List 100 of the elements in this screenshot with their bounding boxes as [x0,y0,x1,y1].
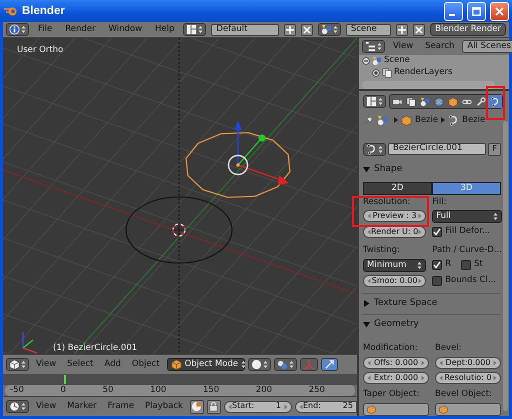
panel-header[interactable]: Texture Space [363,296,438,311]
menu-item[interactable]: File [34,24,56,34]
axes-toggle[interactable] [300,358,318,371]
panel-header[interactable]: Geometry [363,318,419,332]
minimize-button[interactable] [444,2,463,20]
translate-toggle[interactable] [320,358,338,371]
tree-item[interactable]: Scene [384,56,410,66]
number-field[interactable]: Extr: 0.000 [363,372,429,384]
pivot-button[interactable] [274,358,297,371]
object-field[interactable] [363,402,429,416]
menu-item[interactable]: Search [421,42,458,52]
maximize-button[interactable] [467,2,486,20]
editor-type-button[interactable] [6,358,29,371]
add-button[interactable] [284,24,296,36]
checkbox[interactable] [432,226,442,237]
breadcrumb-item[interactable]: Bezie [462,116,486,125]
render-engine-dropdown[interactable]: Blender Render [430,23,506,36]
cube-icon [401,114,412,126]
number-field[interactable]: Offs: 0.000 [363,356,429,369]
updown-arrows-icon [241,360,246,369]
cube-icon [367,404,376,414]
properties-tab[interactable] [418,95,432,108]
delete-icon [302,26,311,34]
left-arrow-icon [367,360,371,366]
vertical-scrollbar[interactable] [503,121,508,411]
checkbox[interactable] [432,260,442,270]
delete-button[interactable] [300,24,313,36]
expand-toggle-icon[interactable] [362,57,370,65]
right-arrow-icon [284,404,288,410]
checkbox-label: St [474,260,483,270]
number-field[interactable]: Resolutio: 0 [435,372,501,384]
frame-number: 200 [256,386,272,396]
breadcrumb-item[interactable]: Bezie [415,116,438,125]
menu-item[interactable]: Select [63,360,98,370]
end-frame-field[interactable]: End: 25 [294,400,357,412]
object-field[interactable] [435,402,501,416]
datablock-name-field[interactable]: BezierCircle.001 [388,143,486,156]
editor-type-button[interactable] [6,400,29,413]
scene-filter-dropdown[interactable]: All Scenes [462,40,512,53]
right-arrow-icon [418,212,422,219]
field-label: Resolution: [363,198,412,208]
properties-tab[interactable] [432,95,446,108]
window-title: Blender [22,4,66,18]
updown-arrows-icon [492,212,498,221]
toggle-button[interactable]: 2D [363,182,432,195]
checkbox[interactable] [461,260,472,270]
menu-item[interactable]: Playback [141,402,187,412]
menu-item[interactable]: View [389,42,418,52]
updown-arrows-icon [377,42,382,51]
properties-tab[interactable] [404,95,418,108]
scene-field[interactable]: Scene [346,24,392,36]
menu-item[interactable]: View [32,360,60,370]
axis-orientation-icon [22,332,38,354]
layout-field[interactable]: Default [211,24,279,36]
menu-item[interactable]: Object [128,360,164,370]
start-frame-field[interactable]: Start: 1 [224,400,292,412]
menu-item[interactable]: Frame [104,402,138,412]
editor-type-button[interactable] [6,23,29,36]
sphere-icon [250,359,262,370]
menu-item[interactable]: View [32,402,60,412]
close-button[interactable] [490,2,509,20]
properties-tab[interactable] [446,95,460,108]
keyframe-button[interactable] [190,400,204,414]
lock-button[interactable] [206,400,221,414]
frame-number: -50 [10,386,24,396]
selected-curve[interactable] [185,132,291,198]
menu-item[interactable]: Add [100,360,125,370]
editor-type-button[interactable] [362,40,385,53]
menu-item[interactable]: Marker [63,402,101,412]
toggle-button[interactable]: 3D [432,182,501,195]
fill-dropdown[interactable]: Full [432,210,502,223]
tree-item[interactable]: RenderLayers [394,68,452,78]
add-button[interactable] [396,24,408,36]
datablock-browse-button[interactable] [363,142,386,156]
number-field[interactable]: Preview : 3 [363,210,426,222]
scene-button[interactable] [318,23,341,36]
menu-item[interactable]: Help [151,24,178,34]
fake-user-button[interactable]: F [488,142,501,156]
menu-item[interactable]: Window [104,24,146,34]
panel-header[interactable]: Shape [363,162,402,177]
scene-icon [377,114,388,126]
checkbox[interactable] [432,276,442,286]
field-label: Fill: [432,198,448,208]
plus-icon [398,26,406,34]
expand-toggle-icon[interactable] [372,69,380,77]
mode-dropdown[interactable]: Object Mode [166,358,245,371]
transform-gizmo[interactable] [228,121,289,185]
list-icon [365,41,376,52]
shading-button[interactable] [248,358,271,371]
number-field[interactable]: Smoo: 0.00 [363,274,426,287]
properties-tab[interactable] [488,95,502,108]
number-field[interactable]: Dept:0.000 [435,356,501,369]
menu-item[interactable]: Render [61,24,100,34]
editor-type-button[interactable] [363,95,386,108]
properties-tab[interactable] [474,95,488,108]
delete-button[interactable] [413,24,426,36]
right-arrow-icon [418,278,422,284]
layout-button[interactable] [183,23,206,36]
horizontal-scrollbar[interactable] [362,81,495,89]
twisting-dropdown[interactable]: Minimum [363,258,426,272]
